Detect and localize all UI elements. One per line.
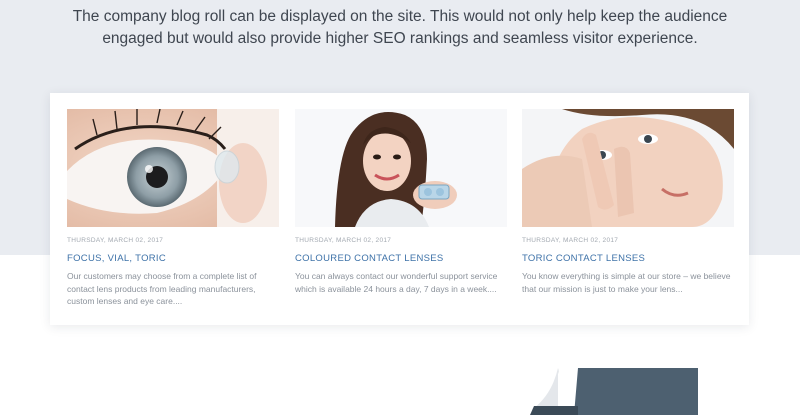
post-image[interactable] bbox=[67, 109, 279, 227]
blog-roll-card: THURSDAY, MARCH 02, 2017 FOCUS, VIAL, TO… bbox=[50, 93, 749, 325]
post-image[interactable] bbox=[522, 109, 734, 227]
blog-post: THURSDAY, MARCH 02, 2017 FOCUS, VIAL, TO… bbox=[67, 109, 279, 308]
post-image[interactable] bbox=[295, 109, 507, 227]
eye-closeup-image bbox=[67, 109, 279, 227]
post-date: THURSDAY, MARCH 02, 2017 bbox=[295, 237, 392, 244]
blog-post: THURSDAY, MARCH 02, 2017 COLOURED CONTAC… bbox=[295, 109, 507, 295]
post-date: THURSDAY, MARCH 02, 2017 bbox=[67, 237, 164, 244]
post-excerpt: Our customers may choose from a complete… bbox=[67, 271, 257, 306]
post-date: THURSDAY, MARCH 02, 2017 bbox=[522, 237, 619, 244]
post-title-link[interactable]: COLOURED CONTACT LENSES bbox=[295, 253, 507, 264]
post-title-link[interactable]: FOCUS, VIAL, TORIC bbox=[67, 253, 279, 264]
post-excerpt: You can always contact our wonderful sup… bbox=[295, 271, 498, 294]
post-title-link[interactable]: TORIC CONTACT LENSES bbox=[522, 253, 734, 264]
woman-inserting-lens-image bbox=[522, 109, 734, 227]
woman-holding-lens-case-image bbox=[295, 109, 507, 227]
folded-corner-decoration bbox=[530, 368, 698, 415]
post-excerpt: You know everything is simple at our sto… bbox=[522, 271, 731, 294]
intro-text: The company blog roll can be displayed o… bbox=[72, 8, 728, 47]
blog-post: THURSDAY, MARCH 02, 2017 TORIC CONTACT L… bbox=[522, 109, 734, 295]
